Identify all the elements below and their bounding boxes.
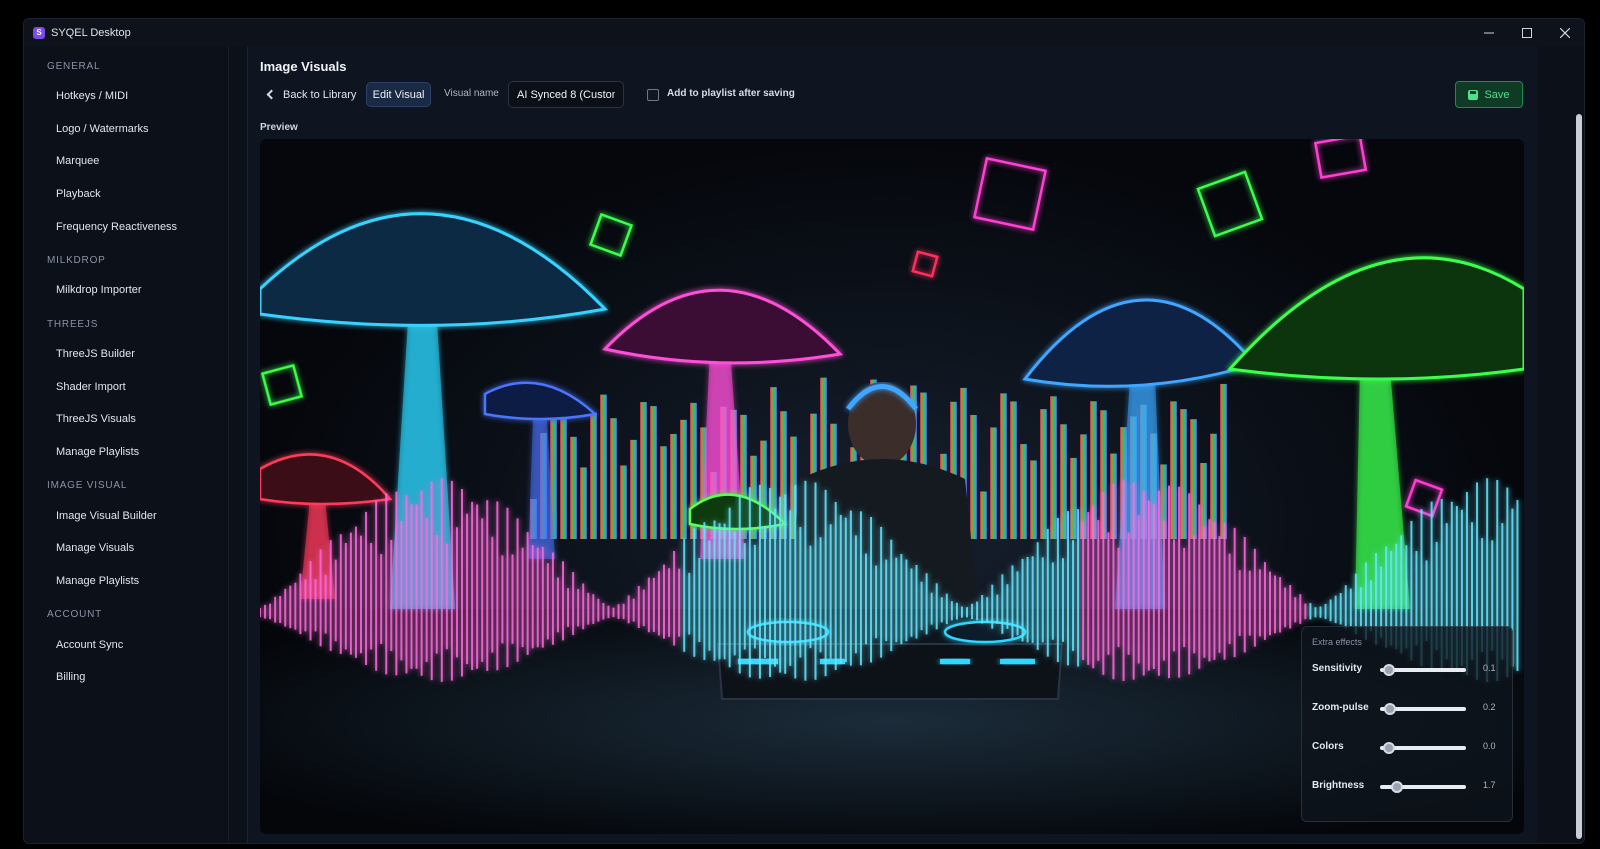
visual-name-input[interactable] (508, 81, 624, 108)
sidebar-item-playback[interactable]: Playback (56, 188, 101, 200)
sidebar-item-frequency-reactiveness[interactable]: Frequency Reactiveness (56, 221, 177, 233)
sidebar-item-image-manage-playlists[interactable]: Manage Playlists (56, 575, 139, 587)
equalizer-bar (970, 415, 977, 539)
zoom-pulse-slider[interactable] (1380, 703, 1466, 715)
equalizer-bar (570, 436, 577, 539)
page-title: Image Visuals (260, 59, 347, 74)
equalizer-bar (1030, 460, 1037, 539)
brightness-value: 1.7 (1483, 780, 1496, 790)
equalizer-bar (990, 427, 997, 539)
zoom-pulse-slider-thumb[interactable] (1384, 703, 1397, 715)
equalizer-bar (1010, 401, 1017, 539)
sidebar: GENERAL Hotkeys / MIDI Logo / Watermarks… (24, 46, 229, 843)
add-to-playlist-label[interactable]: Add to playlist after saving (667, 88, 795, 99)
zoom-pulse-value: 0.2 (1483, 702, 1496, 712)
equalizer-bar (670, 434, 677, 539)
equalizer-bar (640, 402, 647, 539)
scrollbar-thumb[interactable] (1576, 114, 1582, 839)
extra-effects-panel: Extra effects Sensitivity 0.1 Zoom-pulse… (1301, 626, 1513, 822)
sidebar-section-account: ACCOUNT (47, 609, 103, 620)
minimize-icon (1484, 32, 1494, 33)
sidebar-section-general: GENERAL (47, 61, 101, 72)
sidebar-item-image-visual-builder[interactable]: Image Visual Builder (56, 510, 157, 522)
sidebar-item-logo-watermarks[interactable]: Logo / Watermarks (56, 123, 149, 135)
back-to-library-button[interactable]: Back to Library (266, 82, 357, 107)
save-label: Save (1484, 88, 1510, 101)
sidebar-item-manage-visuals[interactable]: Manage Visuals (56, 542, 134, 554)
colors-slider[interactable] (1380, 742, 1466, 754)
extra-effects-title: Extra effects (1312, 637, 1362, 647)
window-controls (1470, 19, 1584, 46)
sidebar-item-threejs-manage-playlists[interactable]: Manage Playlists (56, 446, 139, 458)
equalizer-bar (610, 418, 617, 539)
equalizer-bar (580, 467, 587, 539)
equalizer-bar (660, 446, 667, 539)
sidebar-item-milkdrop-importer[interactable]: Milkdrop Importer (56, 284, 142, 296)
save-icon (1468, 89, 1479, 100)
brightness-label: Brightness (1312, 780, 1365, 791)
mushroom-small-blue (483, 381, 598, 559)
equalizer-bar (1170, 401, 1177, 539)
close-icon (1560, 27, 1570, 38)
sidebar-item-billing[interactable]: Billing (56, 671, 85, 683)
equalizer-bar (1020, 444, 1027, 539)
equalizer-bar (600, 394, 607, 539)
zoom-pulse-slider-row: Zoom-pulse 0.2 (1312, 700, 1502, 716)
equalizer-bar (1190, 419, 1197, 539)
equalizer-bar (1060, 424, 1067, 539)
app-logo-icon: S (33, 26, 45, 39)
main-panel: Image Visuals Back to Library Edit Visua… (247, 46, 1537, 843)
maximize-icon (1522, 27, 1532, 38)
title-bar[interactable]: S SYQEL Desktop (24, 19, 1584, 46)
brightness-slider[interactable] (1380, 781, 1466, 793)
equalizer-bar (980, 491, 987, 539)
back-to-library-label: Back to Library (283, 88, 357, 101)
sensitivity-slider-row: Sensitivity 0.1 (1312, 661, 1502, 677)
sidebar-section-milkdrop: MILKDROP (47, 255, 106, 266)
equalizer-bar (1220, 383, 1227, 539)
chevron-left-icon (266, 89, 277, 100)
sidebar-item-marquee[interactable]: Marquee (56, 155, 99, 167)
save-button[interactable]: Save (1455, 81, 1523, 108)
sensitivity-label: Sensitivity (1312, 663, 1363, 674)
window-title: SYQEL Desktop (51, 26, 131, 39)
colors-label: Colors (1312, 741, 1344, 752)
equalizer-bar (1050, 396, 1057, 539)
sidebar-section-threejs: THREEJS (47, 319, 99, 330)
equalizer-bar (680, 419, 687, 539)
minimize-button[interactable] (1470, 19, 1508, 46)
add-to-playlist-checkbox[interactable] (647, 89, 659, 101)
colors-value: 0.0 (1483, 741, 1496, 751)
close-button[interactable] (1546, 19, 1584, 46)
equalizer-bar (650, 406, 657, 539)
colors-slider-thumb[interactable] (1382, 742, 1395, 754)
maximize-button[interactable] (1508, 19, 1546, 46)
equalizer-bar (590, 412, 597, 539)
sensitivity-value: 0.1 (1483, 663, 1496, 673)
equalizer-bar (1000, 393, 1007, 539)
brightness-slider-thumb[interactable] (1391, 781, 1404, 793)
sensitivity-slider-thumb[interactable] (1382, 664, 1395, 676)
sidebar-item-account-sync[interactable]: Account Sync (56, 639, 123, 651)
equalizer-bar (620, 465, 627, 539)
brightness-slider-row: Brightness 1.7 (1312, 778, 1502, 794)
zoom-pulse-label: Zoom-pulse (1312, 702, 1369, 713)
equalizer-bar (630, 439, 637, 539)
equalizer-bar (1070, 457, 1077, 539)
app-window: S SYQEL Desktop GENERAL Hotkeys / MIDI L… (23, 18, 1585, 844)
sidebar-section-image-visual: IMAGE VISUAL (47, 480, 128, 491)
equalizer-bar (1040, 409, 1047, 539)
sidebar-item-shader-import[interactable]: Shader Import (56, 381, 126, 393)
visual-preview: Extra effects Sensitivity 0.1 Zoom-pulse… (260, 139, 1524, 834)
visual-name-label: Visual name (444, 88, 499, 99)
sensitivity-slider[interactable] (1380, 664, 1466, 676)
edit-visual-button[interactable]: Edit Visual (366, 82, 431, 107)
sidebar-item-threejs-builder[interactable]: ThreeJS Builder (56, 348, 135, 360)
main-scrollbar[interactable] (1574, 46, 1584, 843)
sidebar-item-hotkeys-midi[interactable]: Hotkeys / MIDI (56, 90, 128, 102)
equalizer-bar (1180, 409, 1187, 539)
sidebar-item-threejs-visuals[interactable]: ThreeJS Visuals (56, 413, 136, 425)
colors-slider-row: Colors 0.0 (1312, 739, 1502, 755)
preview-label: Preview (260, 122, 298, 133)
